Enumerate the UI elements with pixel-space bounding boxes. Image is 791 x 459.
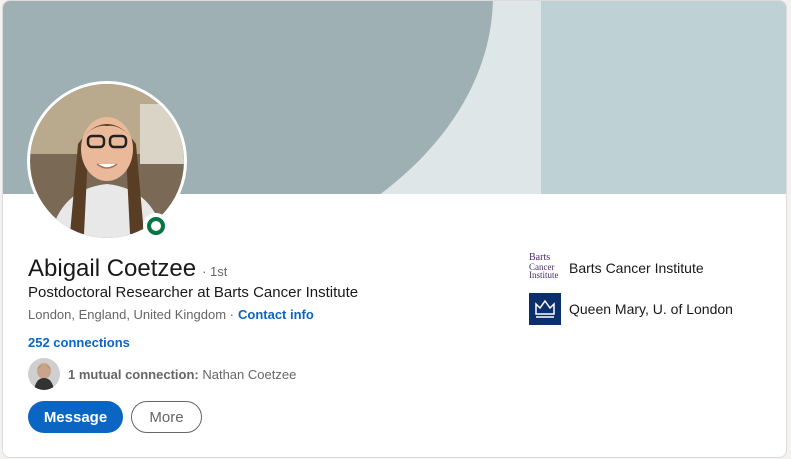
barts-logo-icon: Barts Cancer Institute — [529, 253, 561, 283]
message-button[interactable]: Message — [28, 401, 123, 433]
org-label: Queen Mary, U. of London — [569, 301, 733, 317]
connections-link[interactable]: 252 connections — [28, 335, 130, 350]
mutual-connection-text: 1 mutual connection: Nathan Coetzee — [68, 367, 296, 382]
location-row: London, England, United Kingdom · Contac… — [28, 307, 314, 322]
org-label: Barts Cancer Institute — [569, 260, 704, 276]
name-row: Abigail Coetzee · 1st — [28, 255, 227, 283]
profile-card: Abigail Coetzee · 1st Postdoctoral Resea… — [2, 0, 787, 458]
mutual-name: Nathan Coetzee — [198, 366, 297, 382]
profile-name: Abigail Coetzee — [28, 255, 197, 282]
queen-mary-logo-icon — [529, 293, 561, 325]
connection-degree: · 1st — [202, 264, 228, 279]
organizations: Barts Cancer Institute Barts Cancer Inst… — [529, 253, 733, 335]
action-buttons: Message More — [28, 401, 202, 433]
mutual-connections[interactable]: 1 mutual connection: Nathan Coetzee — [28, 358, 296, 390]
barts-logo-line: Institute — [529, 270, 559, 280]
profile-headline: Postdoctoral Researcher at Barts Cancer … — [28, 284, 359, 301]
online-status-icon — [143, 213, 169, 239]
contact-info-link[interactable]: Contact info — [238, 307, 314, 322]
more-button[interactable]: More — [131, 401, 202, 433]
mutual-connection-avatar — [28, 358, 60, 390]
profile-location: London, England, United Kingdom · — [28, 307, 234, 322]
banner-shape-right — [541, 1, 786, 194]
org-barts[interactable]: Barts Cancer Institute Barts Cancer Inst… — [529, 253, 733, 283]
org-queen-mary[interactable]: Queen Mary, U. of London — [529, 293, 733, 325]
mutual-count: 1 mutual connection: — [68, 366, 199, 382]
